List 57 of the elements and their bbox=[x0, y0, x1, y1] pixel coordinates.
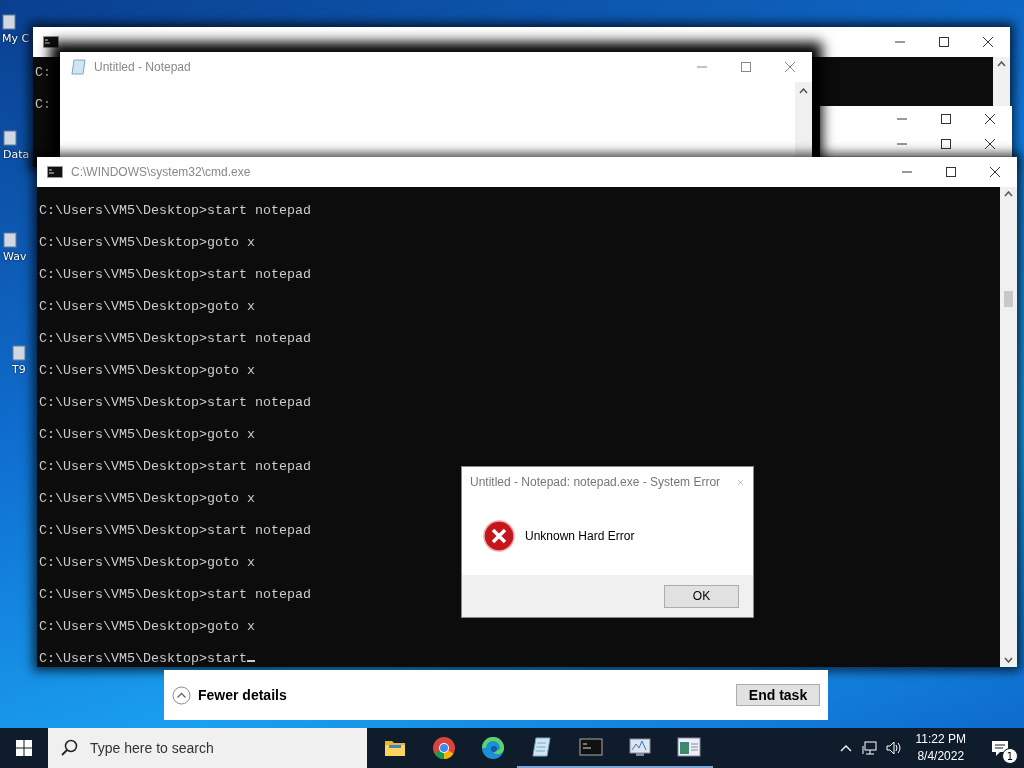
console-line: C:\Users\VM5\Desktop>start notepad bbox=[39, 459, 311, 474]
monitor-icon[interactable] bbox=[627, 735, 652, 759]
console-line: C:\Users\VM5\Desktop>goto x bbox=[39, 299, 255, 314]
window-icon[interactable] bbox=[676, 735, 701, 759]
ok-button[interactable]: OK bbox=[664, 584, 739, 608]
console-line: C:\Users\VM5\Desktop>start notepad bbox=[39, 395, 311, 410]
notepad-icon[interactable] bbox=[529, 735, 554, 759]
console-line: C:\Users\VM5\Desktop>goto x bbox=[39, 235, 255, 250]
console-icon bbox=[47, 166, 63, 178]
swirl-icon[interactable] bbox=[480, 736, 505, 760]
shortcut-icon[interactable] bbox=[3, 232, 17, 248]
console-line: C:\Users\VM5\Desktop>goto x bbox=[39, 619, 255, 634]
window-title: C:\WINDOWS\system32\cmd.exe bbox=[71, 165, 252, 179]
console-line: C:\Users\VM5\Desktop>start bbox=[39, 651, 247, 666]
desktop-icon-label[interactable]: My C bbox=[2, 32, 30, 45]
scroll-up-icon[interactable] bbox=[1004, 191, 1013, 197]
desktop-icon-label[interactable]: T9 bbox=[12, 363, 26, 376]
desktop-icon-label[interactable]: Wav bbox=[3, 250, 27, 263]
chevron-up-icon bbox=[172, 685, 191, 705]
text-cursor bbox=[246, 660, 255, 662]
scrollbar-thumb[interactable] bbox=[1004, 291, 1013, 307]
scroll-up-icon[interactable] bbox=[799, 88, 808, 94]
console-icon[interactable] bbox=[578, 735, 603, 759]
console-line: C:\Users\VM5\Desktop>start notepad bbox=[39, 523, 311, 538]
scroll-up-icon[interactable] bbox=[997, 61, 1006, 67]
dialog-title: Untitled - Notepad: notepad.exe - System Error bbox=[470, 475, 721, 489]
date: 8/4/2022 bbox=[917, 748, 965, 765]
shortcut-icon[interactable] bbox=[12, 345, 26, 361]
console-line: C:\Users\VM5\Desktop>start notepad bbox=[39, 331, 311, 346]
console-line: C:\Users\VM5\Desktop>goto x bbox=[39, 427, 255, 442]
console-line: C:\Users\VM5\Desktop>goto x bbox=[39, 491, 255, 506]
desktop-icon-label[interactable]: Data bbox=[3, 148, 30, 161]
console-icon bbox=[43, 36, 59, 48]
search-icon bbox=[60, 739, 78, 757]
console-line: C: bbox=[35, 65, 51, 80]
console-line: C:\Users\VM5\Desktop>start notepad bbox=[39, 267, 311, 282]
window-title: Untitled - Notepad bbox=[94, 60, 192, 74]
console-line: C:\Users\VM5\Desktop>goto x bbox=[39, 555, 255, 570]
notepad-icon bbox=[70, 59, 86, 75]
search-field[interactable]: Type here to search bbox=[88, 739, 332, 757]
shortcut-icon[interactable] bbox=[2, 14, 16, 30]
time: 11:22 PM bbox=[915, 731, 966, 748]
end-task-button[interactable]: End task bbox=[736, 684, 820, 706]
console-line: C:\Users\VM5\Desktop>start notepad bbox=[39, 587, 311, 602]
console-line: C:\Users\VM5\Desktop>goto x bbox=[39, 363, 255, 378]
notification-count: 1 bbox=[1002, 748, 1018, 764]
clock[interactable]: 11:22 PM 8/4/2022 bbox=[905, 731, 976, 765]
console-line: C: bbox=[35, 97, 51, 112]
scroll-down-icon[interactable] bbox=[1004, 657, 1013, 663]
shortcut-icon[interactable] bbox=[3, 130, 17, 146]
error-icon bbox=[483, 520, 515, 552]
error-message: Unknown Hard Error bbox=[525, 529, 635, 543]
console-line: C:\Users\VM5\Desktop>start notepad bbox=[39, 203, 311, 218]
windows-icon bbox=[16, 740, 32, 756]
fewer-details-toggle[interactable]: Fewer details bbox=[172, 685, 287, 705]
search-box[interactable]: Type here to search bbox=[48, 728, 367, 768]
browser-icon[interactable] bbox=[431, 736, 456, 760]
